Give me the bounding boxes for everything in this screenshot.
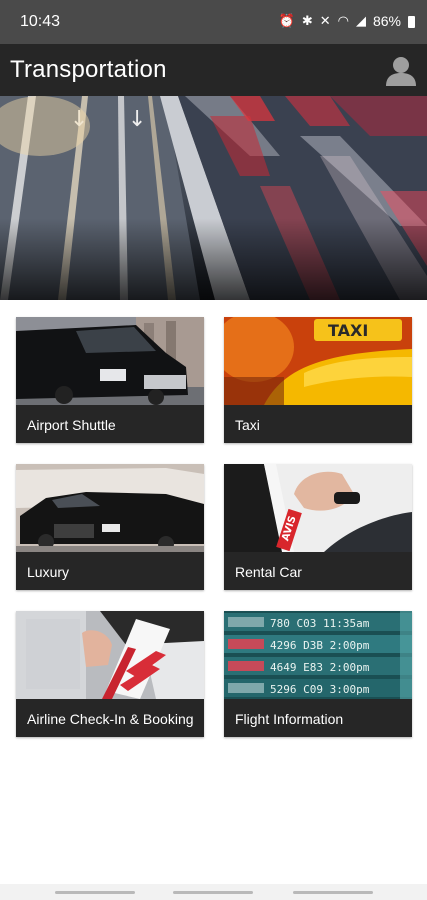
page-title: Transportation — [10, 56, 167, 83]
tile-airport-shuttle[interactable]: Airport Shuttle — [16, 317, 204, 443]
car-keys-photo: AVIS — [224, 464, 412, 552]
status-icons: ⏰ ✱ ✕ ◠ ◢ 86% — [279, 13, 415, 29]
app-bar: Transportation — [0, 44, 427, 96]
tile-taxi[interactable]: TAXI Taxi — [224, 317, 412, 443]
tile-flight-information[interactable]: 780 C03 11:35am 4296 D3B 2:00pm 4649 E83… — [224, 611, 412, 737]
status-time: 10:43 — [20, 13, 61, 30]
taxi-photo: TAXI — [224, 317, 412, 405]
tile-label: Flight Information — [235, 711, 344, 727]
svg-text:TAXI: TAXI — [328, 321, 368, 340]
highway-photo: ↓ ↓ — [0, 96, 427, 300]
profile-button[interactable] — [383, 52, 419, 88]
alarm-icon: ⏰ — [278, 13, 295, 28]
signal-icon: ◢ — [355, 13, 366, 28]
tile-luxury[interactable]: Luxury — [16, 464, 204, 590]
shuttle-van-photo — [16, 317, 204, 405]
luxury-sedan-photo — [16, 464, 204, 552]
svg-text:4296 D3B 2:00pm: 4296 D3B 2:00pm — [270, 639, 370, 652]
wifi-icon: ◠ — [337, 13, 349, 28]
hero-banner: ↓ ↓ — [0, 96, 427, 300]
tile-label: Taxi — [235, 417, 260, 433]
battery-text: 86% — [372, 13, 401, 29]
nav-back-button[interactable] — [293, 891, 373, 894]
tile-label: Airline Check-In & Booking — [27, 711, 194, 727]
departure-board-photo: 780 C03 11:35am 4296 D3B 2:00pm 4649 E83… — [224, 611, 412, 699]
svg-text:5296 C09 3:00pm: 5296 C09 3:00pm — [270, 683, 370, 696]
user-icon — [386, 57, 416, 86]
status-bar: 10:43 ⏰ ✱ ✕ ◠ ◢ 86% — [0, 0, 427, 44]
nav-recents-button[interactable] — [55, 891, 135, 894]
tile-label: Rental Car — [235, 564, 302, 580]
battery-icon — [408, 16, 415, 28]
svg-text:4649 E83 2:00pm: 4649 E83 2:00pm — [270, 661, 370, 674]
tile-rental-car[interactable]: AVIS Rental Car — [224, 464, 412, 590]
mute-icon: ✕ — [319, 13, 331, 28]
nav-home-button[interactable] — [173, 891, 253, 894]
tile-label: Airport Shuttle — [27, 417, 116, 433]
boarding-pass-photo — [16, 611, 204, 699]
tile-airline-check-in[interactable]: Airline Check-In & Booking — [16, 611, 204, 737]
tile-label: Luxury — [27, 564, 70, 580]
system-nav-bar — [0, 884, 427, 900]
bluetooth-icon: ✱ — [301, 13, 313, 28]
svg-text:780 C03 11:35am: 780 C03 11:35am — [270, 617, 370, 630]
